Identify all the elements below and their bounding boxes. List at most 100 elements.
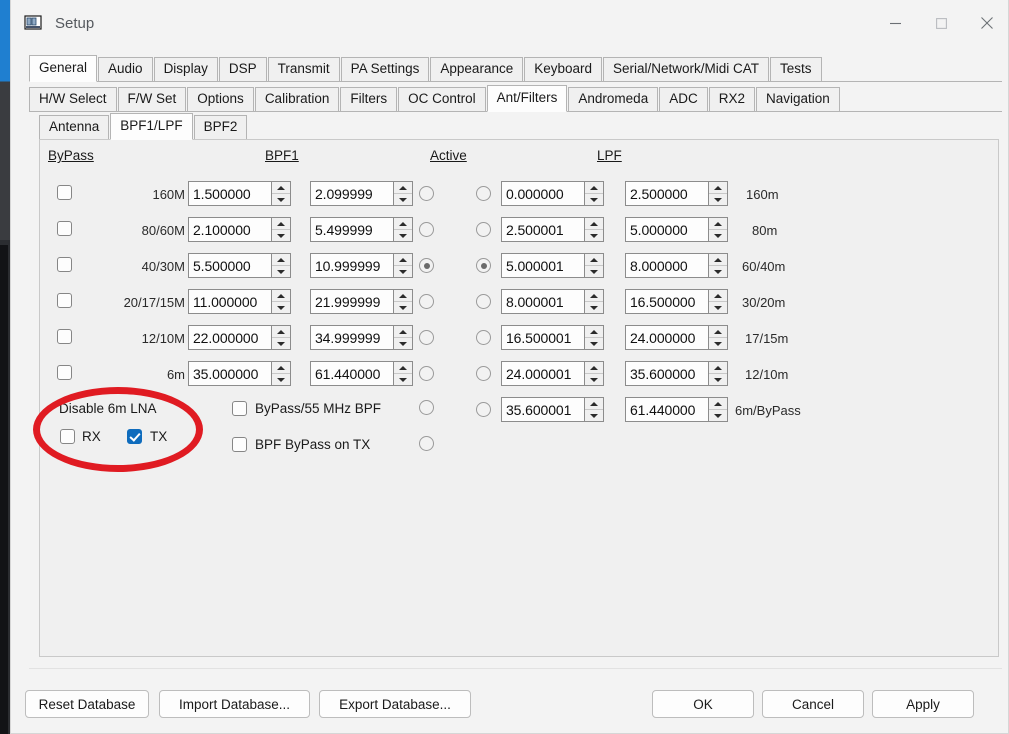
spinner-up-icon[interactable] <box>585 362 603 374</box>
spinner-buttons[interactable] <box>584 362 603 385</box>
lpf-low-spinner-30-20m[interactable]: 8.000001 <box>501 289 604 314</box>
spinner-down-icon[interactable] <box>585 374 603 385</box>
tab-serial-network-midi-cat[interactable]: Serial/Network/Midi CAT <box>603 57 769 81</box>
disable-6m-lna-rx-checkbox[interactable] <box>60 429 75 444</box>
tab-navigation[interactable]: Navigation <box>756 87 840 111</box>
lpf-low-spinner-160m[interactable]: 0.000000 <box>501 181 604 206</box>
spinner-buttons[interactable] <box>584 218 603 241</box>
spinner-buttons[interactable] <box>708 290 727 313</box>
spinner-up-icon[interactable] <box>709 290 727 302</box>
tab-options[interactable]: Options <box>187 87 254 111</box>
lpf-low-spinner-60-40m[interactable]: 5.000001 <box>501 253 604 278</box>
tab-andromeda[interactable]: Andromeda <box>568 87 658 111</box>
spinner-down-icon[interactable] <box>709 410 727 421</box>
tab-hw-select[interactable]: H/W Select <box>29 87 117 111</box>
spinner-down-icon[interactable] <box>709 230 727 241</box>
spinner-down-icon[interactable] <box>585 338 603 349</box>
export-database-button[interactable]: Export Database... <box>319 690 471 718</box>
minimize-button[interactable] <box>872 0 918 46</box>
lpf-active-radio-160m[interactable] <box>476 186 491 201</box>
spinner-up-icon[interactable] <box>585 218 603 230</box>
tab-tests[interactable]: Tests <box>770 57 822 81</box>
spinner-up-icon[interactable] <box>709 326 727 338</box>
lpf-high-spinner-160m[interactable]: 2.500000 <box>625 181 728 206</box>
spinner-up-icon[interactable] <box>585 290 603 302</box>
bypass-55mhz-bpf-checkbox[interactable] <box>232 401 247 416</box>
spinner-up-icon[interactable] <box>709 362 727 374</box>
lpf-high-spinner-17-15m[interactable]: 24.000000 <box>625 325 728 350</box>
lpf-low-spinner-80m[interactable]: 2.500001 <box>501 217 604 242</box>
spinner-buttons[interactable] <box>708 254 727 277</box>
tab-transmit[interactable]: Transmit <box>268 57 340 81</box>
lpf-active-radio-30-20m[interactable] <box>476 294 491 309</box>
spinner-up-icon[interactable] <box>709 218 727 230</box>
spinner-down-icon[interactable] <box>585 266 603 277</box>
lpf-low-spinner-6m-bypass[interactable]: 35.600001 <box>501 397 604 422</box>
lpf-high-spinner-60-40m[interactable]: 8.000000 <box>625 253 728 278</box>
spinner-down-icon[interactable] <box>585 302 603 313</box>
bpf-bypass-on-tx-checkbox[interactable] <box>232 437 247 452</box>
spinner-down-icon[interactable] <box>709 302 727 313</box>
spinner-up-icon[interactable] <box>585 326 603 338</box>
spinner-buttons[interactable] <box>708 398 727 421</box>
lpf-active-radio-17-15m[interactable] <box>476 330 491 345</box>
spinner-buttons[interactable] <box>708 218 727 241</box>
ok-button[interactable]: OK <box>652 690 754 718</box>
tab-rx2[interactable]: RX2 <box>709 87 755 111</box>
tab-pa-settings[interactable]: PA Settings <box>341 57 430 81</box>
spinner-down-icon[interactable] <box>709 374 727 385</box>
spinner-buttons[interactable] <box>708 362 727 385</box>
spinner-down-icon[interactable] <box>585 230 603 241</box>
spinner-up-icon[interactable] <box>709 182 727 194</box>
spinner-buttons[interactable] <box>584 182 603 205</box>
tab-adc[interactable]: ADC <box>659 87 708 111</box>
lpf-high-spinner-30-20m[interactable]: 16.500000 <box>625 289 728 314</box>
tab-calibration[interactable]: Calibration <box>255 87 340 111</box>
spinner-up-icon[interactable] <box>585 254 603 266</box>
tab-bpf1-lpf[interactable]: BPF1/LPF <box>110 113 192 140</box>
tab-appearance[interactable]: Appearance <box>430 57 523 81</box>
spinner-buttons[interactable] <box>584 254 603 277</box>
spinner-buttons[interactable] <box>584 290 603 313</box>
tab-dsp[interactable]: DSP <box>219 57 267 81</box>
tab-keyboard[interactable]: Keyboard <box>524 57 602 81</box>
spinner-buttons[interactable] <box>584 326 603 349</box>
disable-6m-lna-tx-checkbox[interactable] <box>127 429 142 444</box>
close-button[interactable] <box>964 0 1009 46</box>
tab-general[interactable]: General <box>29 55 97 82</box>
spinner-down-icon[interactable] <box>709 266 727 277</box>
spinner-down-icon[interactable] <box>585 194 603 205</box>
spinner-up-icon[interactable] <box>585 182 603 194</box>
spinner-down-icon[interactable] <box>709 194 727 205</box>
cancel-button[interactable]: Cancel <box>762 690 864 718</box>
spinner-up-icon[interactable] <box>709 254 727 266</box>
lpf-active-radio-6m-bypass[interactable] <box>476 402 491 417</box>
tab-oc-control[interactable]: OC Control <box>398 87 486 111</box>
tab-audio[interactable]: Audio <box>98 57 153 81</box>
import-database-button[interactable]: Import Database... <box>159 690 310 718</box>
spinner-down-icon[interactable] <box>709 338 727 349</box>
lpf-active-radio-60-40m[interactable] <box>476 258 491 273</box>
lpf-high-spinner-12-10m[interactable]: 35.600000 <box>625 361 728 386</box>
tab-bpf2[interactable]: BPF2 <box>194 115 248 139</box>
tab-display[interactable]: Display <box>154 57 218 81</box>
spinner-up-icon[interactable] <box>585 398 603 410</box>
spinner-buttons[interactable] <box>708 182 727 205</box>
lpf-high-spinner-6m-bypass[interactable]: 61.440000 <box>625 397 728 422</box>
bpf-bypass-on-tx-radio[interactable] <box>419 436 434 451</box>
lpf-low-spinner-17-15m[interactable]: 16.500001 <box>501 325 604 350</box>
spinner-buttons[interactable] <box>708 326 727 349</box>
reset-database-button[interactable]: Reset Database <box>25 690 149 718</box>
spinner-up-icon[interactable] <box>709 398 727 410</box>
maximize-button[interactable] <box>918 0 964 46</box>
spinner-buttons[interactable] <box>584 398 603 421</box>
lpf-high-spinner-80m[interactable]: 5.000000 <box>625 217 728 242</box>
apply-button[interactable]: Apply <box>872 690 974 718</box>
lpf-low-spinner-12-10m[interactable]: 24.000001 <box>501 361 604 386</box>
tab-filters[interactable]: Filters <box>340 87 397 111</box>
spinner-down-icon[interactable] <box>585 410 603 421</box>
tab-fw-set[interactable]: F/W Set <box>118 87 187 111</box>
lpf-active-radio-12-10m[interactable] <box>476 366 491 381</box>
bypass-55mhz-bpf-radio[interactable] <box>419 400 434 415</box>
lpf-active-radio-80m[interactable] <box>476 222 491 237</box>
